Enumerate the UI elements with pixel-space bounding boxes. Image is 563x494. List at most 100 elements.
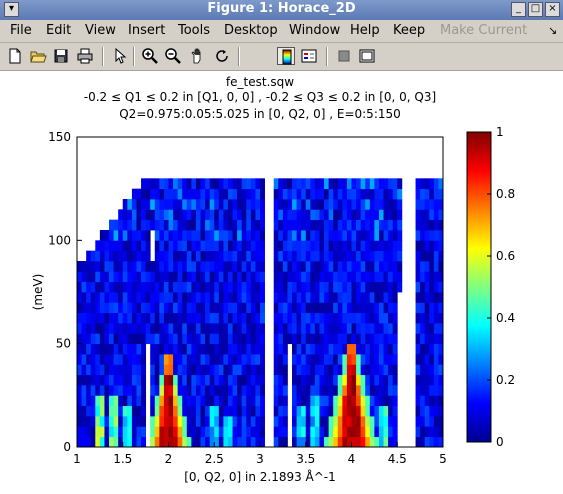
- heatmap-cell: [177, 405, 183, 417]
- heatmap-cell: [360, 395, 366, 407]
- menu-window[interactable]: Window: [289, 23, 340, 38]
- heatmap-cell: [246, 209, 252, 221]
- colorbar-button[interactable]: [277, 47, 295, 65]
- heatmap-cell: [159, 323, 165, 334]
- heatmap-plot[interactable]: 1 1.5 2 2.5 3 3.5 4 4.5 5 050100150 [0, Q2, 0] i…: [0, 71, 563, 494]
- menu-insert[interactable]: Insert: [128, 23, 165, 38]
- heatmap-cell: [250, 188, 256, 200]
- heatmap-cell: [360, 271, 366, 283]
- menu-tools[interactable]: Tools: [178, 23, 210, 38]
- heatmap-cell: [191, 302, 197, 314]
- heatmap-cell: [346, 209, 352, 221]
- heatmap-cell: [246, 374, 252, 386]
- heatmap-cell: [337, 333, 343, 345]
- menu-make-current[interactable]: Make Current: [440, 23, 527, 38]
- close-button[interactable]: ×: [545, 2, 560, 17]
- heatmap-cell: [195, 343, 201, 355]
- heatmap-cell: [282, 426, 288, 438]
- heatmap-cell: [319, 178, 325, 190]
- heatmap-cell: [278, 364, 284, 376]
- heatmap-cell: [113, 426, 119, 438]
- heatmap-cell: [218, 199, 224, 210]
- heatmap-cell: [200, 230, 206, 241]
- heatmap-cell: [186, 343, 192, 355]
- heatmap-cell: [420, 426, 426, 438]
- heatmap-cell: [131, 374, 137, 386]
- heatmap-cell: [113, 302, 119, 314]
- heatmap-cell: [255, 230, 261, 241]
- colorbar[interactable]: [466, 131, 492, 443]
- show-plot-tools-button[interactable]: [358, 47, 376, 65]
- menu-keep[interactable]: Keep: [393, 23, 425, 38]
- rotate-3d-button[interactable]: [213, 47, 231, 65]
- heatmap-cell: [356, 323, 362, 334]
- heatmap-cell: [342, 240, 348, 252]
- heatmap-cell: [168, 385, 174, 396]
- menu-overflow-arrow-icon[interactable]: ↘: [548, 24, 557, 37]
- heatmap-cell: [186, 354, 192, 365]
- heatmap-cell: [351, 333, 357, 345]
- title-bar[interactable]: ▾ Figure 1: Horace_2D _ □ ×: [0, 0, 563, 21]
- zoom-in-button[interactable]: [141, 47, 159, 65]
- heatmap-cell: [328, 426, 334, 438]
- heatmap-cell: [81, 292, 87, 303]
- heatmap-cell: [232, 333, 238, 345]
- menu-edit[interactable]: Edit: [46, 23, 71, 38]
- heatmap-cell: [177, 302, 183, 314]
- heatmap-cell: [241, 426, 247, 438]
- maximize-button[interactable]: □: [528, 2, 543, 17]
- heatmap-cell: [209, 354, 215, 365]
- new-figure-icon: [9, 48, 21, 64]
- heatmap-cell: [118, 302, 124, 314]
- heatmap-cell: [292, 281, 297, 293]
- heatmap-cell: [365, 271, 371, 283]
- new-figure-button[interactable]: [6, 47, 24, 65]
- heatmap-cell: [109, 281, 114, 293]
- heatmap-cell: [195, 188, 201, 200]
- edit-plot-button[interactable]: [110, 47, 128, 65]
- menu-desktop[interactable]: Desktop: [224, 23, 278, 38]
- heatmap-cell: [342, 302, 348, 314]
- hide-plot-tools-button[interactable]: [335, 47, 353, 65]
- heatmap-cell: [310, 426, 316, 438]
- heatmap-cell: [205, 364, 211, 376]
- print-button[interactable]: [76, 47, 94, 65]
- heatmap-cell: [150, 292, 156, 303]
- heatmap-cell: [250, 395, 256, 407]
- zoom-out-button[interactable]: [164, 47, 182, 65]
- heatmap-cell: [200, 333, 206, 345]
- heatmap-cell: [392, 426, 398, 438]
- heatmap-cell: [250, 302, 256, 314]
- heatmap-cell: [209, 261, 215, 272]
- heatmap-cell: [342, 312, 348, 324]
- heatmap-cell: [378, 416, 384, 427]
- heatmap-cell: [369, 323, 375, 334]
- heatmap-cell: [113, 364, 119, 376]
- heatmap-cell: [260, 395, 265, 407]
- heatmap-cell: [292, 354, 297, 365]
- legend-button[interactable]: [300, 47, 318, 65]
- minimize-button[interactable]: _: [511, 2, 526, 17]
- heatmap-cell: [186, 281, 192, 293]
- heatmap-cell: [282, 395, 288, 407]
- heatmap-cell: [168, 219, 174, 231]
- pan-button[interactable]: [189, 47, 207, 65]
- open-file-button[interactable]: [29, 47, 47, 65]
- heatmap-cell: [223, 281, 229, 293]
- heatmap-cell: [200, 292, 206, 303]
- heatmap-cell: [433, 374, 439, 386]
- heatmap-cell: [310, 436, 316, 448]
- heatmap-cell: [420, 302, 426, 314]
- heatmap-cell: [182, 374, 188, 386]
- menu-view[interactable]: View: [85, 23, 116, 38]
- heatmap-cell: [168, 302, 174, 314]
- heatmap-cell: [324, 230, 330, 241]
- menu-help[interactable]: Help: [350, 23, 380, 38]
- heatmap-cell: [232, 343, 238, 355]
- heatmap-cell: [397, 261, 403, 272]
- save-button[interactable]: [52, 47, 70, 65]
- heatmap-cell: [131, 271, 137, 283]
- heatmap-cell: [195, 405, 201, 417]
- heatmap-cell: [273, 385, 279, 396]
- menu-file[interactable]: File: [10, 23, 32, 38]
